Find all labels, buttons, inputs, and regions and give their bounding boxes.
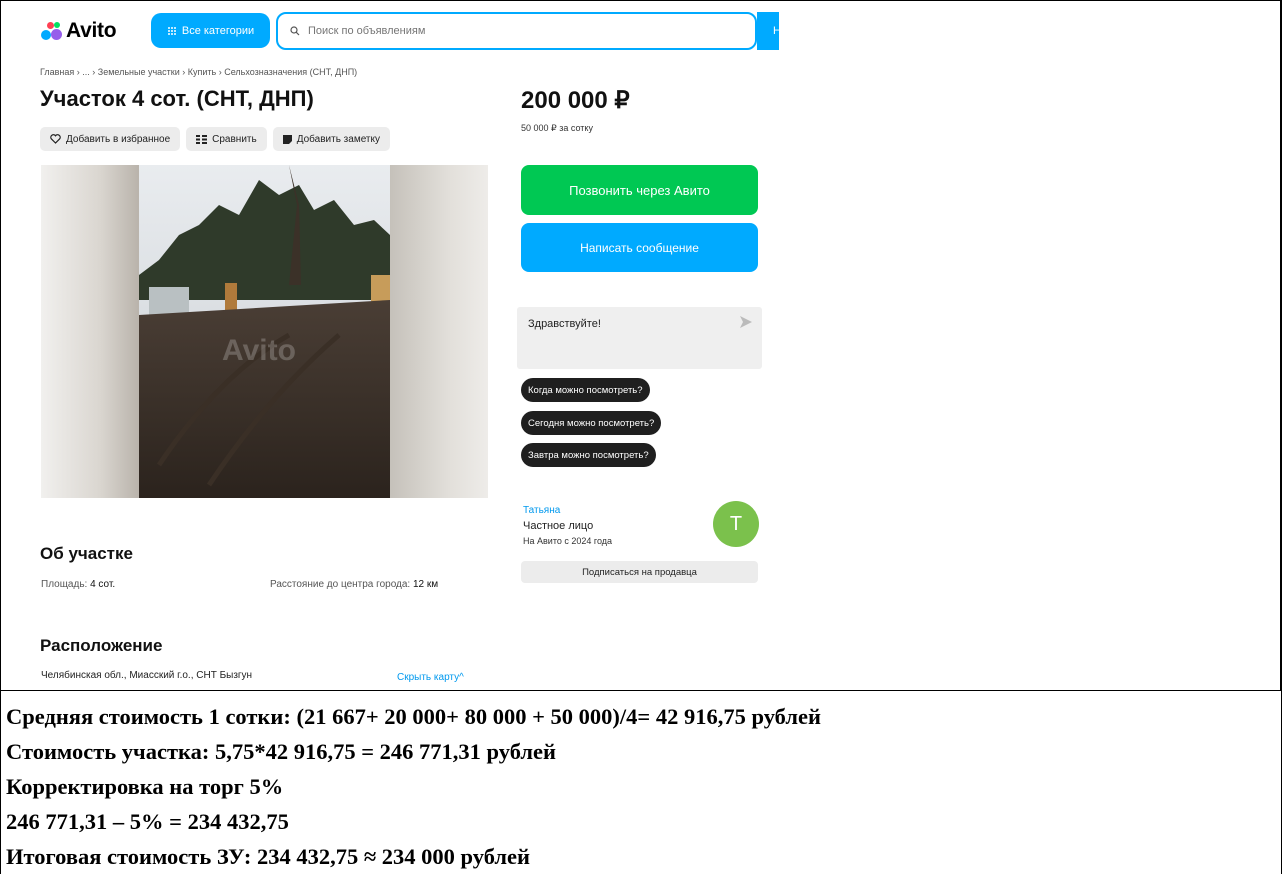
location-heading: Расположение [40,636,163,655]
search-box[interactable] [276,12,757,50]
photo-blur-right [390,165,488,498]
search-input[interactable] [306,24,710,38]
note-label: Добавить заметку [296,133,380,145]
photo-blur-left [41,165,139,498]
price-per-sotka: 50 000 ₽ за сотку [521,123,593,133]
about-heading: Об участке [40,544,133,563]
search-icon [290,26,300,36]
seller-name[interactable]: Татьяна [523,505,560,516]
calc-line-discount-result: 246 771,31 – 5% = 234 432,75 [6,809,289,834]
seller-since: На Авито с 2024 года [523,536,613,546]
add-to-favorites-button[interactable]: Добавить в избранное [40,127,181,151]
compare-button[interactable]: Сравнить [186,127,267,151]
grid-icon [167,26,176,35]
avito-logo[interactable]: Avito [40,19,117,42]
quick-reply-today[interactable]: Сегодня можно посмотреть? [521,411,662,435]
distance-row: Расстояние до центра города: 12 км [270,579,438,590]
calc-line-average: Средняя стоимость 1 сотки: (21 667+ 20 0… [6,704,821,729]
area-row: Площадь: 4 сот. [41,579,115,590]
breadcrumb[interactable]: Главная › ... › Земельные участки › Купи… [40,67,357,77]
all-categories-label: Все категории [181,24,255,37]
chevron-up-icon: ^ [459,672,464,683]
calc-line-final: Итоговая стоимость ЗУ: 234 432,75 ≈ 234 … [6,844,530,869]
send-icon[interactable] [740,316,752,328]
avito-logo-icon [40,21,62,41]
address: Челябинская обл., Миасский г.о., СНТ Быз… [41,670,253,681]
photo-watermark: Avito [222,334,296,367]
note-icon [282,134,292,144]
call-button[interactable]: Позвонить через Авито [521,165,758,215]
area-label: Площадь: [41,579,88,590]
page-title: Участок 4 сот. (СНТ, ДНП) [40,86,314,111]
hide-map-label: Скрыть карту [397,672,460,683]
seller-type: Частное лицо [523,520,594,532]
screenshot-border-right [1280,0,1281,690]
listing-photo[interactable]: Avito [41,165,488,498]
price: 200 000 ₽ [521,87,630,114]
hide-map-link[interactable]: Скрыть карту^ [397,672,464,683]
area-value: 4 сот. [90,579,116,590]
subscribe-button[interactable]: Подписаться на продавца [521,561,758,583]
logo-text: Avito [66,19,117,42]
avatar[interactable]: Т [713,501,759,547]
search-button[interactable]: Н [757,12,779,50]
distance-value: 12 км [413,579,439,590]
compare-label: Сравнить [212,133,257,145]
message-input[interactable]: Здравствуйте! [517,307,762,369]
search-button-label: Н [773,25,779,37]
calc-line-plot-cost: Стоимость участка: 5,75*42 916,75 = 246 … [6,739,556,764]
favorite-label: Добавить в избранное [66,133,171,145]
quick-reply-when[interactable]: Когда можно посмотреть? [521,378,650,402]
heart-icon [50,134,61,144]
compare-icon [196,134,208,144]
land-plot-image: Avito [139,165,390,498]
all-categories-button[interactable]: Все категории [151,13,270,48]
add-note-button[interactable]: Добавить заметку [272,127,390,151]
screenshot-border-bottom [0,690,1282,691]
write-message-button[interactable]: Написать сообщение [521,223,758,272]
calc-line-discount: Корректировка на торг 5% [6,774,284,799]
quick-reply-tomorrow[interactable]: Завтра можно посмотреть? [521,443,656,467]
message-draft: Здравствуйте! [528,318,601,330]
distance-label: Расстояние до центра города: [270,579,411,590]
